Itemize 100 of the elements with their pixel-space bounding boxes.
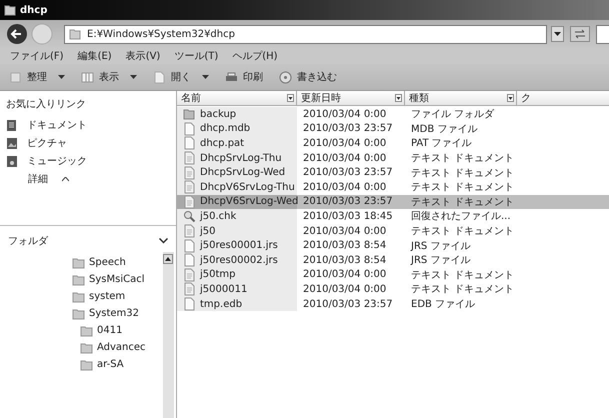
file-row[interactable]: DhcpV6SrvLog-Wed 2010/03/03 23:57 テキスト ドキュメント <box>177 194 609 210</box>
folder-icon <box>72 290 85 303</box>
menu-item[interactable]: ツール(T) <box>174 49 218 63</box>
table-cell-text: 2010/03/04 0:00 <box>302 136 388 151</box>
scroll-up-icon <box>163 254 173 264</box>
table-cell-text: 2010/03/03 23:57 <box>302 298 394 312</box>
file-row[interactable]: tmp.edb 2010/03/03 23:57 EDB ファイル <box>177 296 609 312</box>
menu-item[interactable]: 編集(E) <box>78 49 112 63</box>
document-icon <box>183 224 196 238</box>
views-icon <box>81 70 94 84</box>
tree-item[interactable]: 0411 <box>80 324 163 337</box>
document-icon <box>183 194 196 209</box>
folder-icon <box>72 256 85 269</box>
folder-icon <box>72 307 85 320</box>
favorite-link[interactable]: ピクチャ <box>6 136 176 150</box>
tree-item[interactable]: Speech <box>72 256 163 269</box>
table-cell-text: テキスト ドキュメント <box>410 152 516 166</box>
file-name: j50tmp <box>200 269 236 280</box>
table-cell-text: EDB ファイル <box>410 298 476 312</box>
toolbar-button[interactable]: 書き込む <box>276 68 340 86</box>
file-row[interactable]: j50res00001.jrs 2010/03/03 8:54 JRS ファイル <box>177 238 609 253</box>
pictures-icon <box>6 136 18 150</box>
file-row[interactable]: j50res00002.jrs 2010/03/03 8:54 JRS ファイル <box>177 252 609 268</box>
document-icon <box>183 268 196 282</box>
table-cell-text: 2010/03/04 0:00 <box>302 282 388 297</box>
document-icon <box>183 151 196 166</box>
file-row[interactable]: j50tmp 2010/03/04 0:00 テキスト ドキュメント <box>177 268 609 282</box>
toolbar-button[interactable]: 整理 <box>6 68 68 86</box>
file-icon <box>183 297 196 312</box>
table-cell-text: JRS ファイル <box>410 254 472 268</box>
column-header[interactable]: ク <box>517 91 609 105</box>
column-header[interactable]: 種類 <box>405 91 517 105</box>
chevron-up-icon <box>62 176 69 182</box>
folder-icon <box>72 273 85 286</box>
address-field[interactable]: E:¥Windows¥System32¥dhcp <box>64 24 547 44</box>
forward-icon <box>31 23 53 45</box>
file-row[interactable]: j50.chk 2010/03/03 18:45 回復されたファイル... <box>177 209 609 224</box>
document-icon <box>183 180 196 194</box>
table-cell-text: テキスト ドキュメント <box>410 181 516 195</box>
search-field[interactable] <box>596 24 609 44</box>
menu-item[interactable]: ファイル(F) <box>10 49 64 63</box>
toolbar-button[interactable]: 印刷 <box>222 68 266 86</box>
tree-item[interactable]: System32 <box>72 307 163 320</box>
file-name: dhcp.mdb <box>200 123 250 134</box>
file-name: DhcpV6SrvLog-Thu <box>200 182 295 193</box>
table-cell-text: 2010/03/04 0:00 <box>302 152 388 166</box>
dropdown-icon <box>551 26 564 42</box>
file-row[interactable]: j50 2010/03/04 0:00 テキスト ドキュメント <box>177 224 609 238</box>
menu-item[interactable]: 表示(V) <box>126 49 160 63</box>
table-cell-text: MDB ファイル <box>410 122 478 136</box>
file-icon <box>183 253 196 268</box>
table-cell-text: テキスト ドキュメント <box>410 225 516 238</box>
tree-item[interactable]: SysMsiCacl <box>72 273 163 286</box>
file-row[interactable]: DhcpSrvLog-Wed 2010/03/03 23:57 テキスト ドキュメント <box>177 165 609 180</box>
file-name: j50res00001.jrs <box>200 240 278 252</box>
scrollbar[interactable] <box>163 252 174 418</box>
file-row[interactable]: dhcp.pat 2010/03/04 0:00 PAT ファイル <box>177 136 609 151</box>
file-name: j50res00002.jrs <box>200 254 278 266</box>
file-row[interactable]: j5000011 2010/03/04 0:00 テキスト ドキュメント <box>177 282 609 297</box>
column-header[interactable]: 更新日時 <box>297 91 405 105</box>
file-row[interactable]: DhcpV6SrvLog-Thu 2010/03/04 0:00 テキスト ドキュメント <box>177 180 609 195</box>
file-row[interactable]: backup 2010/03/04 0:00 ファイル フォルダ <box>177 107 609 122</box>
column-header[interactable]: 名前 <box>177 91 297 105</box>
toolbar-button[interactable]: 表示 <box>78 68 140 86</box>
table-cell-text: テキスト ドキュメント <box>410 268 516 282</box>
tree-item[interactable]: Advancec <box>80 341 163 354</box>
disc-icon <box>279 70 292 84</box>
printer-icon <box>225 70 238 84</box>
back-icon <box>6 23 28 45</box>
file-name: DhcpV6SrvLog-Wed <box>200 196 298 208</box>
file-row[interactable]: dhcp.mdb 2010/03/03 23:57 MDB ファイル <box>177 122 609 136</box>
file-name: DhcpSrvLog-Thu <box>200 152 282 164</box>
file-name: dhcp.pat <box>200 138 244 149</box>
document-icon <box>183 166 196 180</box>
open-icon <box>153 70 166 84</box>
dropdown-icon <box>395 94 402 102</box>
toolbar-button[interactable]: 開く <box>150 68 212 86</box>
section-title: お気に入りリンク <box>6 98 87 111</box>
favorite-link[interactable]: ドキュメント <box>6 118 176 132</box>
table-cell-text: 2010/03/03 8:54 <box>302 254 388 268</box>
tree-item[interactable]: ar-SA <box>80 358 163 371</box>
favorite-link[interactable]: ミュージック <box>6 154 176 168</box>
folder-icon <box>80 341 93 354</box>
table-cell-text: テキスト ドキュメント <box>410 166 516 180</box>
table-cell-text: 2010/03/03 23:57 <box>302 166 394 180</box>
table-cell-text: テキスト ドキュメント <box>410 196 516 210</box>
table-cell-text: 2010/03/04 0:00 <box>302 268 388 282</box>
table-cell-text: 2010/03/03 18:45 <box>302 210 394 224</box>
organize-icon <box>9 70 22 84</box>
dropdown-icon <box>507 94 514 102</box>
table-cell-text: PAT ファイル <box>410 137 473 151</box>
menu-item[interactable]: ヘルプ(H) <box>232 49 278 63</box>
file-name: backup <box>200 108 236 120</box>
table-cell-text: 回復されたファイル... <box>410 210 512 224</box>
file-row[interactable]: DhcpSrvLog-Thu 2010/03/04 0:00 テキスト ドキュメント <box>177 150 609 166</box>
folder-icon <box>69 28 81 40</box>
tree-item[interactable]: system <box>72 290 163 303</box>
details-link[interactable]: 詳細 <box>6 172 176 186</box>
folder-icon <box>183 107 196 122</box>
table-cell-text: ファイル フォルダ <box>410 108 496 122</box>
